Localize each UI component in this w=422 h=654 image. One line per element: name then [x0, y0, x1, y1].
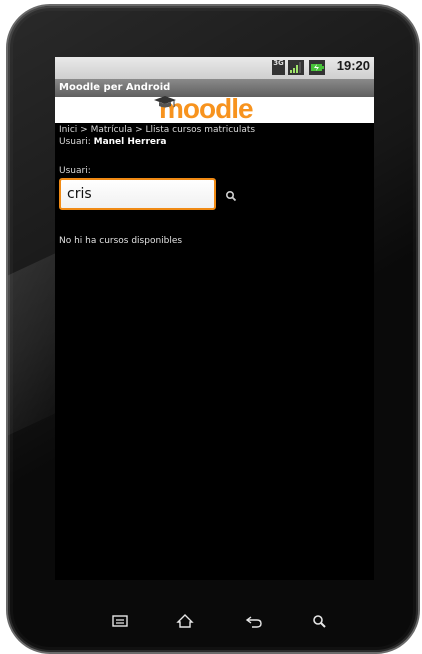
current-user: Usuari: Manel Herrera	[59, 137, 167, 147]
user-prefix: Usuari:	[59, 137, 91, 147]
search-label: Usuari:	[59, 166, 91, 176]
user-name: Manel Herrera	[93, 137, 167, 147]
empty-courses-message: No hi ha cursos disponibles	[59, 236, 183, 246]
logo-bar: moodle	[55, 93, 374, 124]
home-icon[interactable]	[175, 612, 195, 630]
search-input[interactable]: cris	[59, 178, 216, 210]
breadcrumb[interactable]: Inici > Matrícula > Llista cursos matric…	[59, 125, 255, 135]
app-title: Moodle per Android	[59, 82, 171, 93]
status-bar: 3G 19:20	[55, 57, 374, 79]
graduation-cap-icon	[154, 96, 176, 108]
signal-icon	[288, 60, 304, 75]
back-icon[interactable]	[244, 612, 264, 630]
search-icon[interactable]	[225, 190, 237, 202]
menu-icon[interactable]	[110, 612, 130, 630]
network-label: 3G	[273, 59, 284, 67]
battery-charging-icon	[309, 60, 325, 75]
network-3g-icon: 3G	[272, 60, 285, 75]
tablet-device: 3G 19:20 Moodle per Android moodle Inici…	[6, 4, 420, 654]
moodle-logo: moodle	[154, 93, 254, 125]
status-clock: 19:20	[336, 58, 370, 73]
app-screen: 3G 19:20 Moodle per Android moodle Inici…	[55, 57, 374, 580]
search-key-icon[interactable]	[309, 612, 329, 630]
